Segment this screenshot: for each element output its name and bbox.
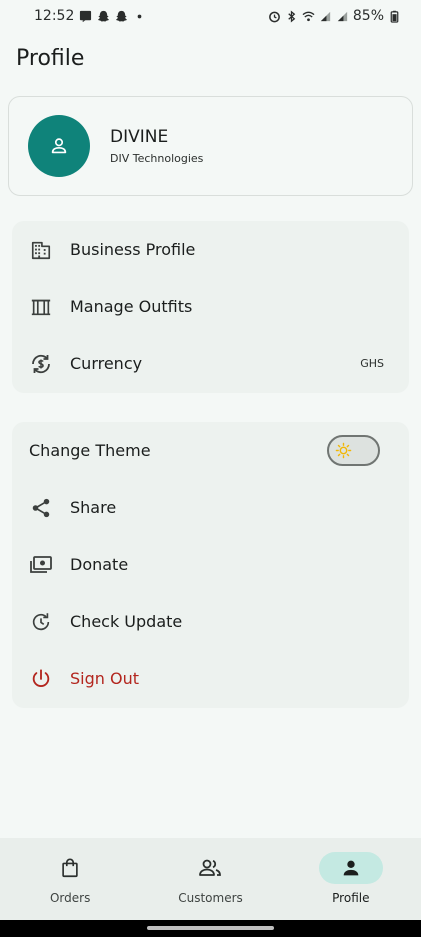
power-icon xyxy=(32,668,50,687)
person-icon xyxy=(51,138,67,154)
currency-value: GHS xyxy=(360,357,384,370)
menu-item-business-profile[interactable]: Business Profile xyxy=(12,221,409,278)
alarm-icon xyxy=(268,11,280,22)
nav-pill xyxy=(38,852,102,884)
battery-percent: 85% xyxy=(352,8,384,24)
profile-text: DIVINE DIV Technologies xyxy=(110,127,203,165)
nav-item-orders[interactable]: Orders xyxy=(0,838,140,920)
status-bar: 12:52 85% xyxy=(0,0,421,32)
page-title: Profile xyxy=(16,46,85,71)
wifi-icon xyxy=(302,11,315,21)
gesture-bar xyxy=(0,920,421,937)
people-icon xyxy=(199,859,222,876)
menu-group-account: Business Profile Manage Outfits Currency… xyxy=(12,221,409,393)
building-icon xyxy=(31,241,51,259)
update-icon xyxy=(32,612,50,630)
dot-icon xyxy=(138,14,142,18)
bluetooth-icon xyxy=(288,9,296,23)
snapchat-icon xyxy=(116,10,128,22)
menu-group-app: Change Theme Share Donate Check Update S… xyxy=(12,422,409,708)
menu-item-manage-outfits[interactable]: Manage Outfits xyxy=(12,278,409,335)
menu-item-change-theme: Change Theme xyxy=(12,422,409,479)
signal-icon xyxy=(337,11,348,21)
snapchat-icon xyxy=(98,10,110,22)
profile-card[interactable]: DIVINE DIV Technologies xyxy=(8,96,413,196)
profile-name: DIVINE xyxy=(110,127,169,147)
menu-item-label: Share xyxy=(70,498,117,517)
donate-icon xyxy=(30,555,52,573)
menu-item-label: Change Theme xyxy=(29,441,151,460)
outfits-icon xyxy=(31,299,51,315)
nav-label: Customers xyxy=(178,891,243,905)
nav-item-profile[interactable]: Profile xyxy=(281,838,421,920)
share-icon xyxy=(32,498,50,517)
battery-icon xyxy=(390,10,399,23)
menu-item-sign-out[interactable]: Sign Out xyxy=(12,650,409,707)
nav-item-customers[interactable]: Customers xyxy=(140,838,280,920)
person-icon xyxy=(343,860,359,876)
message-icon xyxy=(80,10,92,22)
menu-item-label: Sign Out xyxy=(70,669,139,688)
currency-icon xyxy=(32,354,50,373)
bottom-nav: Orders Customers Profile xyxy=(0,838,421,920)
menu-item-label: Business Profile xyxy=(70,240,196,259)
nav-label: Profile xyxy=(332,891,370,905)
sun-icon xyxy=(335,442,352,459)
menu-item-currency[interactable]: Currency GHS xyxy=(12,335,409,392)
menu-item-donate[interactable]: Donate xyxy=(12,536,409,593)
nav-label: Orders xyxy=(49,891,91,905)
status-right: 85% xyxy=(268,8,401,24)
gesture-handle[interactable] xyxy=(147,926,274,930)
menu-item-label: Check Update xyxy=(70,612,183,631)
bag-icon xyxy=(62,858,78,878)
menu-item-share[interactable]: Share xyxy=(12,479,409,536)
signal-icon xyxy=(320,11,331,21)
menu-item-label: Manage Outfits xyxy=(70,297,193,316)
status-left: 12:52 xyxy=(34,8,146,24)
menu-item-label: Currency xyxy=(70,354,143,373)
avatar xyxy=(28,115,90,177)
nav-pill xyxy=(178,852,242,884)
profile-company: DIV Technologies xyxy=(110,152,204,165)
menu-item-check-update[interactable]: Check Update xyxy=(12,593,409,650)
status-time: 12:52 xyxy=(34,8,75,24)
theme-toggle[interactable] xyxy=(327,435,380,466)
toggle-knob xyxy=(335,442,352,459)
nav-pill xyxy=(318,852,383,884)
menu-item-label: Donate xyxy=(70,555,129,574)
